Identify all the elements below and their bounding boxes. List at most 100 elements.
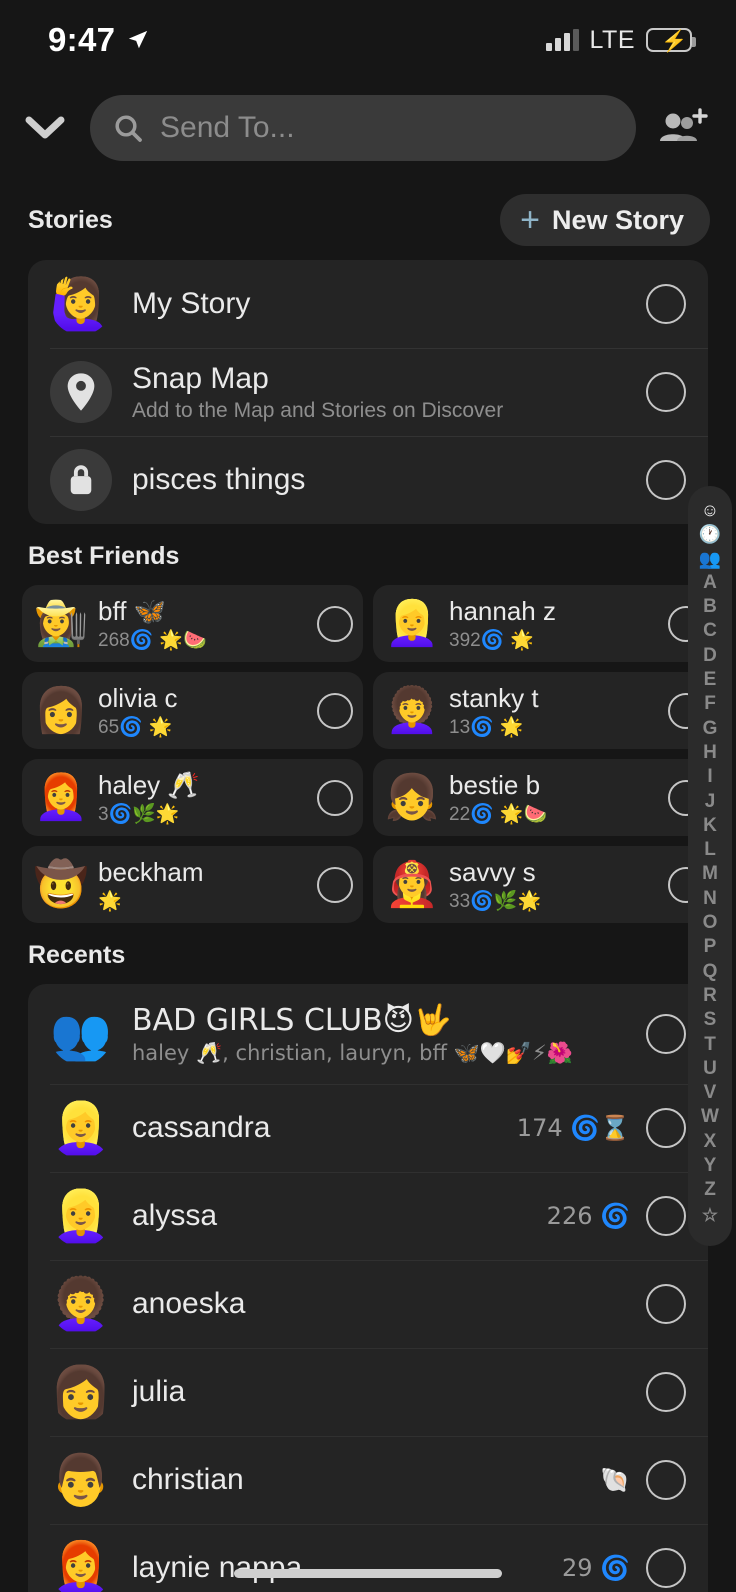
- best-friends-section-header: Best Friends: [0, 524, 736, 585]
- scrubber-entry[interactable]: ☆: [702, 1203, 718, 1227]
- avatar: 👩‍🦰: [34, 771, 89, 825]
- select-circle[interactable]: [646, 1196, 686, 1236]
- select-circle[interactable]: [317, 866, 353, 903]
- best-friend-cell[interactable]: 👩‍🦱 stanky t 13🌀 🌟: [373, 672, 714, 749]
- recent-text: julia: [132, 1375, 630, 1409]
- best-friend-cell[interactable]: 👩‍🚒 savvy s 33🌀🌿🌟: [373, 846, 714, 923]
- streak-emojis: 🌀 🌟: [470, 715, 524, 738]
- recent-text: anoeska: [132, 1287, 630, 1321]
- plus-icon: +: [520, 201, 540, 239]
- recents-title: Recents: [28, 941, 126, 969]
- scrubber-entry[interactable]: I: [707, 765, 712, 789]
- streak-count: 3: [98, 803, 109, 825]
- collapse-button[interactable]: [18, 101, 72, 155]
- select-circle[interactable]: [317, 605, 353, 642]
- recent-row-group[interactable]: 👥 BAD GIRLS CLUB😈🤟 haley 🥂, christian, l…: [28, 984, 708, 1084]
- select-circle[interactable]: [646, 1108, 686, 1148]
- stories-title: Stories: [28, 205, 113, 234]
- avatar: 👱‍♀️: [385, 597, 440, 651]
- scrubber-entry[interactable]: P: [704, 935, 717, 959]
- add-friends-button[interactable]: [654, 108, 710, 148]
- friend-name: beckham: [98, 856, 204, 887]
- select-circle[interactable]: [646, 372, 686, 412]
- streak-count: 13: [449, 716, 471, 738]
- recent-row[interactable]: 👩 julia: [28, 1348, 708, 1436]
- scrubber-entry[interactable]: S: [704, 1008, 717, 1032]
- scrubber-entry[interactable]: 🕐: [699, 522, 721, 546]
- story-row-private[interactable]: pisces things: [28, 436, 708, 524]
- recent-meta: 🐚: [600, 1466, 630, 1494]
- recent-row[interactable]: 👩‍🦰 laynie nappa 29 🌀: [28, 1524, 708, 1592]
- scrubber-entry[interactable]: 👥: [699, 547, 721, 571]
- alphabet-scrubber[interactable]: ☺ 🕐 👥 A B C D E F G H I J K L M N O P Q R S T U V W X Y Z ☆: [688, 486, 732, 1246]
- streak-count: 33: [449, 890, 471, 912]
- select-circle[interactable]: [317, 779, 353, 816]
- best-friend-cell[interactable]: 👩 olivia c 65🌀 🌟: [22, 672, 363, 749]
- signal-bars-icon: [545, 29, 579, 51]
- streak-emojis: 🌀🌿🌟: [470, 889, 542, 912]
- select-circle[interactable]: [646, 1460, 686, 1500]
- friend-name: hannah z: [449, 595, 556, 626]
- scrubber-entry[interactable]: Y: [704, 1154, 717, 1178]
- scrubber-entry[interactable]: G: [703, 717, 718, 741]
- chevron-down-icon: [25, 116, 65, 139]
- scrubber-entry[interactable]: T: [704, 1033, 716, 1057]
- scrubber-entry[interactable]: L: [704, 838, 716, 862]
- recent-row[interactable]: 👱‍♀️ cassandra 174 🌀⌛: [28, 1084, 708, 1172]
- scrubber-entry[interactable]: B: [703, 595, 717, 619]
- friend-name: savvy s: [449, 856, 536, 887]
- avatar: 👨: [50, 1449, 112, 1511]
- avatar: 🤠: [34, 858, 89, 912]
- best-friend-cell[interactable]: 🤠 beckham 🌟: [22, 846, 363, 923]
- select-circle[interactable]: [646, 1548, 686, 1588]
- avatar: 👩: [34, 684, 89, 738]
- scrubber-entry[interactable]: H: [703, 741, 717, 765]
- recent-row[interactable]: 👩‍🦱 anoeska: [28, 1260, 708, 1348]
- recent-row[interactable]: 👨 christian 🐚: [28, 1436, 708, 1524]
- scrubber-entry[interactable]: Z: [704, 1178, 716, 1202]
- bitmoji-icon: 👩‍🚒: [384, 858, 440, 910]
- streak-emojis: 🌀 🌟: [119, 715, 173, 738]
- scrubber-entry[interactable]: M: [702, 862, 718, 886]
- story-row-my-story[interactable]: 🙋‍♀️ My Story: [28, 260, 708, 348]
- scrubber-entry[interactable]: X: [704, 1130, 717, 1154]
- recent-text: alyssa: [132, 1199, 547, 1233]
- avatar: 👩‍🦱: [50, 1273, 112, 1335]
- scrubber-entry[interactable]: Q: [703, 960, 718, 984]
- best-friend-cell[interactable]: 👧 bestie b 22🌀 🌟🍉: [373, 759, 714, 836]
- recent-text: laynie nappa: [132, 1551, 562, 1585]
- map-pin-icon: [67, 373, 95, 411]
- scrubber-entry[interactable]: J: [705, 790, 716, 814]
- search-input[interactable]: Send To...: [90, 95, 636, 161]
- select-circle[interactable]: [646, 460, 686, 500]
- scrubber-entry[interactable]: K: [703, 814, 717, 838]
- scrubber-entry[interactable]: V: [704, 1081, 717, 1105]
- scrubber-entry[interactable]: A: [703, 571, 717, 595]
- scrubber-entry[interactable]: ☺: [701, 498, 719, 522]
- select-circle[interactable]: [646, 284, 686, 324]
- streak-count: 392: [449, 629, 481, 651]
- scrubber-entry[interactable]: D: [703, 644, 717, 668]
- scrubber-entry[interactable]: W: [701, 1105, 719, 1129]
- best-friends-grid: 👩‍🌾 bff 🦋 268🌀 🌟🍉 👱‍♀️ hannah z 392🌀 🌟 👩…: [22, 585, 714, 923]
- bitmoji-icon: 👱‍♀️: [50, 1099, 112, 1157]
- select-circle[interactable]: [317, 692, 353, 729]
- scrubber-entry[interactable]: C: [703, 619, 717, 643]
- scrubber-entry[interactable]: U: [703, 1057, 717, 1081]
- scrubber-entry[interactable]: R: [703, 984, 717, 1008]
- story-row-snap-map[interactable]: Snap Map Add to the Map and Stories on D…: [28, 348, 708, 436]
- story-text: My Story: [132, 287, 646, 321]
- select-circle[interactable]: [646, 1284, 686, 1324]
- scrubber-entry[interactable]: E: [704, 668, 717, 692]
- select-circle[interactable]: [646, 1014, 686, 1054]
- new-story-button[interactable]: + New Story: [500, 194, 710, 246]
- scrubber-entry[interactable]: F: [704, 692, 716, 716]
- best-friend-cell[interactable]: 👩‍🌾 bff 🦋 268🌀 🌟🍉: [22, 585, 363, 662]
- best-friend-cell[interactable]: 👱‍♀️ hannah z 392🌀 🌟: [373, 585, 714, 662]
- bitmoji-icon: 👱‍♀️: [50, 1187, 112, 1245]
- recent-row[interactable]: 👱‍♀️ alyssa 226 🌀: [28, 1172, 708, 1260]
- best-friend-cell[interactable]: 👩‍🦰 haley 🥂 3🌀🌿🌟: [22, 759, 363, 836]
- select-circle[interactable]: [646, 1372, 686, 1412]
- scrubber-entry[interactable]: O: [703, 911, 718, 935]
- scrubber-entry[interactable]: N: [703, 887, 717, 911]
